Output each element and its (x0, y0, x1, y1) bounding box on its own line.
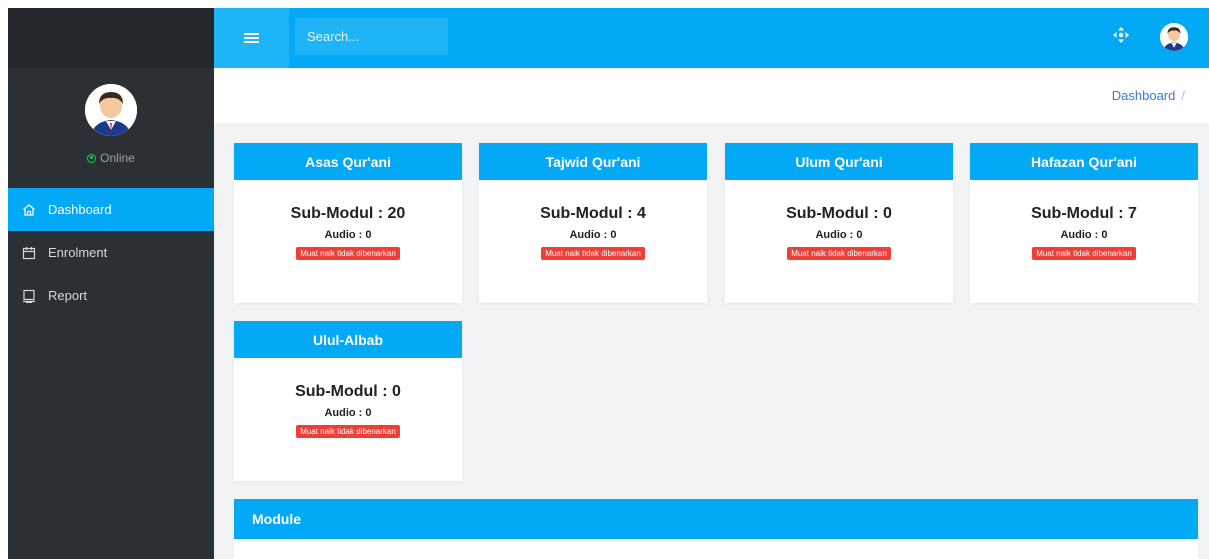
online-status: Online (87, 151, 135, 165)
report-icon (22, 289, 36, 303)
sub-modul-count: Sub-Modul : 4 (540, 205, 646, 222)
card-title: Ulul-Albab (234, 321, 462, 358)
breadcrumb: Dashboard / (214, 68, 1209, 123)
sub-modul-count: Sub-Modul : 0 (295, 383, 401, 400)
online-dot-icon (87, 153, 97, 163)
sub-modul-count: Sub-Modul : 0 (786, 205, 892, 222)
sidebar-item-dashboard[interactable]: Dashboard (8, 188, 214, 231)
upload-status-badge: Muat naik tidak dibenarkan (787, 247, 891, 260)
card-title: Tajwid Qur'ani (479, 143, 707, 180)
upload-status-badge: Muat naik tidak dibenarkan (1032, 247, 1136, 260)
calendar-icon (22, 246, 36, 260)
sub-modul-count: Sub-Modul : 7 (1031, 205, 1137, 222)
sidebar-item-report[interactable]: Report (8, 274, 214, 317)
breadcrumb-dashboard-link[interactable]: Dashboard (1112, 88, 1176, 103)
audio-count: Audio : 0 (324, 407, 372, 419)
card-body: Sub-Modul : 0 Audio : 0 Muat naik tidak … (234, 358, 462, 438)
sidebar-item-label: Enrolment (48, 245, 108, 260)
module-panel: Module (234, 499, 1198, 559)
user-avatar-button[interactable] (1160, 23, 1188, 51)
main-content: Asas Qur'ani Sub-Modul : 20 Audio : 0 Mu… (214, 123, 1209, 559)
audio-count: Audio : 0 (324, 229, 372, 241)
card-title: Ulum Qur'ani (725, 143, 953, 180)
user-profile: Online (8, 68, 214, 188)
audio-count: Audio : 0 (815, 229, 863, 241)
module-card-ulum-qurani[interactable]: Ulum Qur'ani Sub-Modul : 0 Audio : 0 Mua… (725, 143, 953, 303)
app-frame: Online Dashboard Enrolment Report Search… (8, 8, 1209, 559)
sub-modul-count: Sub-Modul : 20 (290, 205, 406, 222)
sidebar: Online Dashboard Enrolment Report (8, 8, 214, 559)
audio-count: Audio : 0 (569, 229, 617, 241)
search-input[interactable] (295, 18, 448, 55)
top-bar (214, 8, 1209, 68)
sidebar-brand (8, 8, 214, 68)
module-card-tajwid-qurani[interactable]: Tajwid Qur'ani Sub-Modul : 4 Audio : 0 M… (479, 143, 707, 303)
module-panel-title: Module (234, 499, 1198, 539)
audio-count: Audio : 0 (1060, 229, 1108, 241)
sidebar-item-enrolment[interactable]: Enrolment (8, 231, 214, 274)
module-card-ulul-albab[interactable]: Ulul-Albab Sub-Modul : 0 Audio : 0 Muat … (234, 321, 462, 481)
card-body: Sub-Modul : 7 Audio : 0 Muat naik tidak … (970, 180, 1198, 260)
sidebar-nav: Dashboard Enrolment Report (8, 188, 214, 317)
move-icon[interactable] (1111, 25, 1131, 45)
upload-status-badge: Muat naik tidak dibenarkan (541, 247, 645, 260)
card-title: Hafazan Qur'ani (970, 143, 1198, 180)
home-icon (22, 203, 36, 217)
avatar[interactable] (85, 84, 137, 136)
upload-status-badge: Muat naik tidak dibenarkan (296, 425, 400, 438)
online-status-label: Online (100, 151, 135, 165)
sidebar-item-label: Report (48, 288, 88, 303)
module-card-hafazan-qurani[interactable]: Hafazan Qur'ani Sub-Modul : 7 Audio : 0 … (970, 143, 1198, 303)
card-title: Asas Qur'ani (234, 143, 462, 180)
card-body: Sub-Modul : 4 Audio : 0 Muat naik tidak … (479, 180, 707, 260)
card-body: Sub-Modul : 20 Audio : 0 Muat naik tidak… (234, 180, 462, 260)
sidebar-item-label: Dashboard (48, 202, 112, 217)
card-body: Sub-Modul : 0 Audio : 0 Muat naik tidak … (725, 180, 953, 260)
upload-status-badge: Muat naik tidak dibenarkan (296, 247, 400, 260)
hamburger-icon (244, 31, 259, 45)
menu-toggle-button[interactable] (214, 8, 289, 68)
module-card-asas-qurani[interactable]: Asas Qur'ani Sub-Modul : 20 Audio : 0 Mu… (234, 143, 462, 303)
breadcrumb-separator: / (1181, 88, 1185, 103)
